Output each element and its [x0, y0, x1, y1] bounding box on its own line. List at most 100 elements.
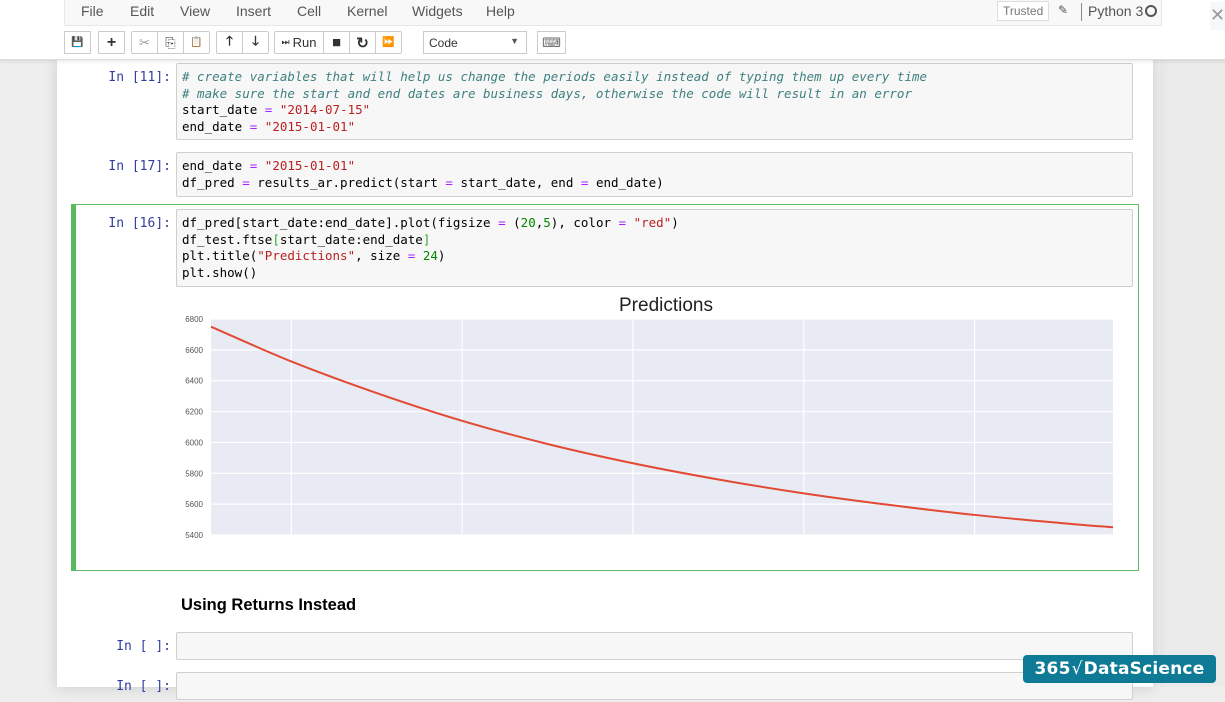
- edit-pencil-icon[interactable]: ✎: [1058, 3, 1068, 17]
- y-tick-label: 6600: [185, 346, 203, 355]
- run-button[interactable]: ⏭ Run: [274, 31, 324, 54]
- code-line: plt.title("Predictions", size = 24): [182, 248, 1127, 265]
- code-line: df_pred[start_date:end_date].plot(figsiz…: [182, 215, 1127, 232]
- copy-icon: ⎘: [165, 34, 176, 50]
- empty-code-cell[interactable]: In [ ]:: [71, 672, 1139, 702]
- code-token: end_date: [182, 158, 250, 173]
- copy-button[interactable]: ⎘: [157, 31, 184, 54]
- cell-prompt: In [16]:: [108, 216, 171, 231]
- code-token: "red": [633, 215, 672, 230]
- logo-number: 365: [1034, 659, 1071, 679]
- close-icon[interactable]: ✕: [1210, 2, 1225, 30]
- cell-prompt: In [ ]:: [116, 639, 171, 654]
- y-tick-label: 6400: [185, 377, 203, 386]
- cut-button[interactable]: ✂: [131, 31, 158, 54]
- paste-icon: 📋: [190, 37, 203, 48]
- cell-type-select[interactable]: Code ▼: [423, 31, 527, 54]
- code-token: =: [445, 174, 453, 190]
- menu-edit[interactable]: Edit: [130, 3, 154, 19]
- code-input[interactable]: df_pred[start_date:end_date].plot(figsiz…: [176, 209, 1133, 287]
- brand-logo: 365√DataScience: [1023, 655, 1216, 683]
- code-cell-selected[interactable]: In [16]: df_pred[start_date:end_date].pl…: [71, 204, 1139, 571]
- move-down-button[interactable]: 🡓: [242, 31, 269, 54]
- code-cell[interactable]: In [11]: # create variables that will he…: [71, 63, 1139, 141]
- code-token: df_test.ftse: [182, 231, 273, 247]
- y-tick-label: 6200: [185, 408, 203, 417]
- code-input[interactable]: [176, 632, 1133, 660]
- code-token: start_date: [182, 102, 265, 117]
- step-forward-icon: ⏭: [281, 37, 290, 47]
- kernel-idle-icon: [1145, 5, 1157, 17]
- empty-code-cell[interactable]: In [ ]:: [71, 632, 1139, 662]
- code-token: 20: [520, 215, 536, 230]
- code-cell[interactable]: In [17]: end_date = "2015-01-01" df_pred …: [71, 152, 1139, 198]
- trusted-badge[interactable]: Trusted: [997, 1, 1050, 21]
- chart-title: Predictions: [619, 295, 713, 316]
- cell-prompt: In [11]:: [108, 70, 171, 85]
- code-token: df_pred: [182, 174, 243, 190]
- code-token: df_pred[start_date:end_date].plot(figsiz…: [182, 215, 499, 230]
- paste-button[interactable]: 📋: [183, 31, 210, 54]
- y-tick-label: 5400: [185, 531, 203, 540]
- move-up-button[interactable]: 🡑: [216, 31, 243, 54]
- menu-file[interactable]: File: [81, 3, 104, 19]
- logo-text: DataScience: [1083, 659, 1205, 679]
- y-tick-label: 5800: [185, 469, 203, 478]
- menu-view[interactable]: View: [180, 3, 210, 19]
- interrupt-button[interactable]: ■: [323, 31, 350, 54]
- code-token: end_date): [588, 174, 664, 190]
- insert-cell-button[interactable]: +: [98, 31, 125, 54]
- code-token: start_date:end_date: [279, 231, 423, 247]
- restart-button[interactable]: ↻: [349, 31, 376, 54]
- code-token: results_ar.predict(start: [249, 174, 446, 190]
- code-token: # make sure the start and end dates are …: [182, 85, 912, 101]
- code-token: =: [498, 215, 506, 230]
- save-icon: 💾: [71, 37, 84, 48]
- code-input[interactable]: # create variables that will help us cha…: [176, 63, 1133, 140]
- code-line: end_date = "2015-01-01": [182, 119, 1127, 136]
- code-token: plt.show(): [182, 264, 258, 280]
- arrow-up-icon: 🡑: [226, 32, 233, 48]
- code-token: ), color: [550, 215, 619, 230]
- code-token: "2015-01-01": [264, 118, 356, 134]
- notebook-container: In [11]: # create variables that will he…: [57, 60, 1153, 700]
- cell-type-value: Code: [429, 36, 458, 50]
- code-token: plt.title(: [182, 248, 258, 263]
- code-line: df_pred = results_ar.predict(start = sta…: [182, 175, 1127, 192]
- menu-help[interactable]: Help: [486, 3, 515, 19]
- menu-kernel[interactable]: Kernel: [347, 3, 387, 19]
- cell-prompt: In [17]:: [108, 159, 171, 174]
- code-token: # create variables that will help us cha…: [182, 69, 928, 84]
- code-line: end_date = "2015-01-01": [182, 158, 1127, 175]
- menu-widgets[interactable]: Widgets: [412, 3, 463, 19]
- chevron-down-icon: ▼: [510, 36, 519, 46]
- code-token: "Predictions": [257, 248, 356, 263]
- plot-background: [211, 319, 1113, 535]
- save-button[interactable]: 💾: [64, 31, 91, 54]
- fast-forward-icon: ⏩: [382, 37, 395, 48]
- y-tick-label: 6800: [185, 315, 203, 324]
- predictions-chart: Predictions 5400 5600 5800 6000 6200 6400 6600…: [185, 295, 1114, 553]
- code-line: plt.show(): [182, 265, 1127, 282]
- code-token: "2014-07-15": [279, 102, 371, 117]
- code-token: (: [505, 215, 521, 230]
- menu-cell[interactable]: Cell: [297, 3, 321, 19]
- code-input[interactable]: end_date = "2015-01-01" df_pred = results…: [176, 152, 1133, 197]
- scissors-icon: ✂: [139, 34, 150, 50]
- kernel-separator: [1081, 3, 1082, 21]
- menu-insert[interactable]: Insert: [236, 3, 271, 19]
- keyboard-icon: ⌨: [542, 34, 561, 50]
- right-gutter: [1160, 60, 1225, 687]
- code-token: end_date: [182, 118, 250, 134]
- code-token: , size: [355, 248, 408, 263]
- code-token: ): [671, 215, 679, 230]
- kernel-name: Python 3: [1088, 3, 1144, 19]
- code-input[interactable]: [176, 672, 1133, 700]
- code-token: ): [437, 248, 446, 263]
- run-all-button[interactable]: ⏩: [375, 31, 402, 54]
- command-palette-button[interactable]: ⌨: [537, 31, 566, 54]
